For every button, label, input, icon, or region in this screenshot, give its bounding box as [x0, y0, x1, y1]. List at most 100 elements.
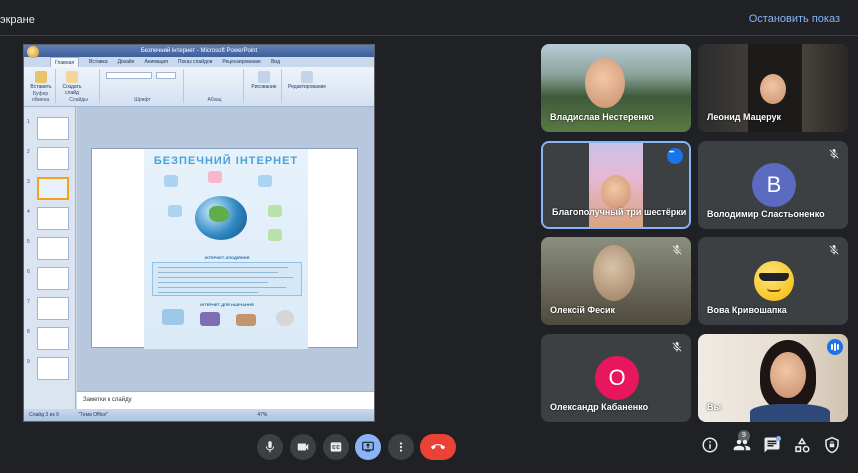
ppt-window-title: Безпечний інтернет - Microsoft PowerPoin…	[140, 48, 258, 54]
info-icon	[702, 437, 718, 453]
slide-text-box	[152, 262, 302, 296]
books-icon	[236, 314, 256, 326]
clipboard-group-label: Буфер обмена	[31, 91, 50, 103]
editing-button: Редактирование	[288, 71, 326, 90]
participant-face	[770, 352, 806, 398]
font-group: Шрифт	[102, 69, 184, 103]
email-icon	[208, 171, 222, 183]
participant-shoulders	[750, 404, 830, 422]
participant-tile[interactable]: Олексій Фесик	[541, 237, 691, 325]
more-options-button[interactable]	[388, 434, 414, 460]
slide-thumbnail	[37, 357, 69, 380]
divider	[0, 35, 858, 36]
leave-call-button[interactable]	[420, 434, 456, 460]
current-slide: БЕЗПЕЧНИЙ ІНТЕРНЕТ ІНТЕРНЕТ-ЗЛОДІЯННЯ ІН…	[91, 148, 358, 349]
shield-lock-icon	[825, 436, 839, 454]
binoculars-icon	[301, 71, 313, 83]
paste-label: Вставить	[30, 84, 52, 90]
presenting-label: экране	[0, 14, 35, 26]
participant-tile-self[interactable]: Вы	[698, 334, 848, 422]
slide-thumbnail	[37, 237, 69, 260]
paste-button: Вставить	[30, 71, 52, 90]
new-slide-button: Создать слайд	[61, 71, 83, 96]
sunglasses-icon	[759, 273, 789, 281]
slide-thumbnails-pane: 1 2 3 4 5 6 7 8 9	[24, 107, 76, 411]
text-line	[158, 292, 258, 293]
ppt-tab-view: Вид	[270, 59, 281, 65]
editing-group: Редактирование	[284, 69, 330, 103]
thumb-number: 9	[27, 359, 30, 365]
presentation-banner: экране Остановить показ	[0, 0, 858, 36]
speaking-indicator-icon	[827, 339, 843, 355]
meeting-details-button[interactable]	[701, 436, 723, 458]
thumb-number: 3	[27, 179, 30, 185]
participant-name: Володимир Сластьоненко	[707, 209, 825, 219]
participant-tile[interactable]: О Олександр Кабаненко	[541, 334, 691, 422]
participant-name: Леонид Мацерук	[707, 112, 782, 122]
text-line	[158, 277, 293, 278]
drawing-group: Рисование	[246, 69, 282, 103]
slide-thumbnail	[37, 207, 69, 230]
slide-thumbnail-selected	[37, 177, 69, 200]
participant-name: Вы	[707, 402, 722, 412]
shared-screen: Безпечний інтернет - Microsoft PowerPoin…	[23, 44, 375, 422]
smile-icon	[767, 288, 781, 292]
mic-muted-icon	[672, 245, 682, 255]
host-controls-button[interactable]	[823, 436, 845, 458]
ppt-title-bar: Безпечний інтернет - Microsoft PowerPoin…	[24, 45, 374, 58]
slides-group: Создать слайд Слайды	[58, 69, 100, 103]
microphone-button[interactable]	[257, 434, 283, 460]
gear-icon	[268, 229, 282, 241]
participant-name: Вова Кривошапка	[707, 305, 787, 315]
participant-tile[interactable]: Вова Кривошапка	[698, 237, 848, 325]
activities-button[interactable]	[793, 436, 815, 458]
participant-face	[601, 175, 631, 209]
ppt-tab-home: Главная	[50, 57, 80, 67]
text-line	[158, 267, 288, 268]
present-now-button[interactable]	[355, 434, 381, 460]
slide-thumbnail	[37, 297, 69, 320]
mic-muted-icon	[829, 245, 839, 255]
participant-tile[interactable]: В Володимир Сластьоненко	[698, 141, 848, 229]
clipboard-group: Вставить Буфер обмена	[26, 69, 56, 103]
present-screen-icon	[362, 441, 374, 452]
participant-face	[593, 245, 635, 301]
thumb-number: 2	[27, 149, 30, 155]
captions-button[interactable]	[323, 434, 349, 460]
tablet-icon	[168, 205, 182, 217]
lightbulb-icon	[164, 175, 178, 187]
thumb-number: 4	[27, 209, 30, 215]
slide-thumbnail	[37, 117, 69, 140]
thumb-number: 5	[27, 239, 30, 245]
slide-editor: БЕЗПЕЧНИЙ ІНТЕРНЕТ ІНТЕРНЕТ-ЗЛОДІЯННЯ ІН…	[77, 107, 374, 391]
participant-tile[interactable]: Владислав Нестеренко	[541, 44, 691, 132]
participant-face	[760, 74, 786, 104]
ppt-tab-animation: Анимация	[144, 59, 168, 65]
participant-tile[interactable]: Леонид Мацерук	[698, 44, 848, 132]
more-options-icon[interactable]	[667, 148, 683, 164]
participants-button[interactable]	[733, 436, 755, 458]
paste-icon	[35, 71, 47, 83]
ppt-ribbon: Вставить Буфер обмена Создать слайд Слай…	[24, 67, 374, 107]
camera-button[interactable]	[290, 434, 316, 460]
chat-button[interactable]	[763, 436, 785, 458]
new-slide-icon	[66, 71, 78, 83]
drawing-button: Рисование	[250, 71, 278, 90]
more-vert-icon	[399, 442, 403, 452]
slide-notes-field: Заметки к слайду	[77, 391, 374, 411]
thumb-number: 6	[27, 269, 30, 275]
paragraph-group-label: Абзац	[207, 97, 222, 103]
ppt-ribbon-tabs: Главная Вставка Дизайн Анимация Показ сл…	[24, 57, 374, 67]
participant-tile-focused[interactable]: Благополучный три шестёрки	[541, 141, 691, 229]
theme-name: "Тема Office"	[78, 412, 108, 418]
font-group-label: Шрифт	[134, 97, 151, 103]
slide-counter: Слайд 3 из 9	[29, 412, 59, 418]
participant-name: Олександр Кабаненко	[550, 402, 649, 412]
mic-muted-icon	[672, 342, 682, 352]
office-button-icon	[27, 46, 39, 58]
camera-icon	[297, 443, 309, 451]
network-icon	[162, 309, 184, 325]
zoom-level: 47%	[257, 412, 268, 418]
captions-icon	[330, 442, 342, 452]
stop-presenting-button[interactable]: Остановить показ	[749, 13, 840, 25]
